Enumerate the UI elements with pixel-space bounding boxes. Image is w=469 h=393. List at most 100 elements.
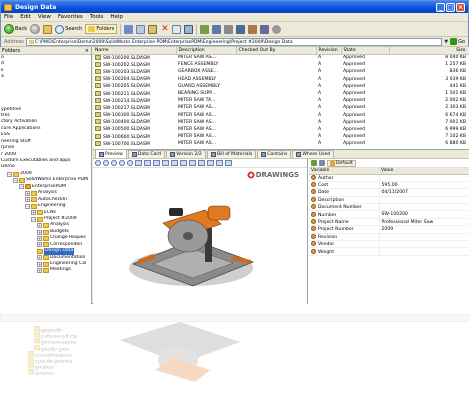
tab-default[interactable]: Default: [327, 159, 356, 167]
zoom-fit-icon[interactable]: [111, 160, 117, 166]
col-revision[interactable]: Revision: [316, 47, 342, 55]
section-icon[interactable]: [189, 160, 196, 166]
history-icon[interactable]: [260, 24, 270, 34]
get-latest-icon[interactable]: [236, 24, 246, 34]
property-row[interactable]: Description: [309, 196, 469, 205]
menu-help[interactable]: Help: [110, 14, 123, 20]
property-row[interactable]: Weight: [309, 247, 469, 256]
minimize-button[interactable]: _: [436, 2, 445, 12]
title-bar[interactable]: Design Data _ □ ×: [1, 1, 468, 13]
go-button[interactable]: Go: [450, 38, 465, 45]
collapse-icon[interactable]: −: [25, 203, 30, 209]
property-value[interactable]: [379, 174, 469, 182]
folders-button[interactable]: Folders: [85, 24, 118, 34]
property-value[interactable]: [379, 240, 469, 249]
property-value[interactable]: Professional Miter Saw: [379, 218, 469, 227]
expand-icon[interactable]: +: [37, 268, 42, 274]
properties-icon[interactable]: [172, 24, 182, 34]
property-value[interactable]: [379, 233, 469, 242]
file-row[interactable]: SW-100203.SLDASM GEARBOX ASSE... A Approved…: [93, 68, 469, 75]
tab-data-card[interactable]: Data Card: [127, 150, 166, 158]
tree-item[interactable]: + Meetings: [1, 267, 91, 274]
pan-icon[interactable]: [127, 160, 133, 166]
close-button[interactable]: ×: [456, 2, 465, 12]
file-row[interactable]: SW-100217.SLDASM MITER SAW AS... A Approved…: [93, 104, 469, 111]
file-row[interactable]: SW-100300.SLDASM MITER SAW AS... A Approved…: [93, 112, 469, 119]
file-row[interactable]: SW-100700.SLDASM MITER SAW AS... A Approved…: [93, 140, 469, 147]
property-value[interactable]: [379, 203, 469, 212]
collapse-icon[interactable]: −: [13, 178, 18, 184]
expand-icon[interactable]: +: [31, 210, 36, 216]
copy-icon[interactable]: [136, 24, 146, 34]
property-value[interactable]: [379, 196, 469, 205]
file-row[interactable]: SW-100214.SLDASM MITER SAW TA... A Approved…: [93, 97, 469, 104]
tab-preview[interactable]: Preview: [95, 149, 127, 158]
tab-version[interactable]: Version 2/2: [166, 150, 206, 158]
configuration-icon[interactable]: [319, 160, 325, 166]
menu-edit[interactable]: Edit: [20, 14, 31, 20]
property-row[interactable]: Document Number: [309, 203, 469, 212]
undo-check-out-icon[interactable]: [224, 24, 234, 34]
view-iso-icon[interactable]: [162, 160, 169, 166]
options-icon[interactable]: [225, 160, 232, 166]
property-row[interactable]: Revision: [309, 233, 469, 242]
file-row[interactable]: SW-100205.SLDASM GUARD ASSEMBLY A Approved 4…: [93, 83, 469, 90]
col-size[interactable]: Size: [389, 47, 469, 55]
address-dropdown-icon[interactable]: ▼: [444, 39, 448, 45]
up-folder-icon[interactable]: [43, 24, 53, 34]
expand-icon[interactable]: +: [37, 229, 42, 235]
tab-contains[interactable]: Contains: [257, 150, 292, 158]
menu-favorites[interactable]: Favorites: [58, 14, 83, 20]
property-value[interactable]: 595.00: [379, 181, 469, 190]
back-button[interactable]: ‹ Back: [4, 24, 27, 34]
property-row[interactable]: Number SW-100200: [309, 210, 469, 219]
expand-icon[interactable]: +: [25, 197, 30, 203]
check-out-icon[interactable]: [212, 24, 222, 34]
property-row[interactable]: Project Number 2009: [309, 225, 469, 234]
file-row[interactable]: SW-100600.SLDASM MITER SAW AS... A Approved…: [93, 133, 469, 140]
file-row[interactable]: SW-100202.SLDASM FENCE ASSEMBLY A Approved 1…: [93, 61, 469, 68]
expand-icon[interactable]: +: [37, 261, 42, 267]
property-value[interactable]: SW-100200: [379, 210, 469, 219]
tab-bill-of-materials[interactable]: Bill of Materials: [206, 150, 257, 158]
col-state[interactable]: State: [341, 47, 390, 55]
property-value[interactable]: [379, 247, 469, 256]
workflow-icon[interactable]: [248, 24, 258, 34]
view-right-icon[interactable]: [153, 160, 160, 166]
file-row[interactable]: SW-100211.SLDASM BEARING SUPP... A Approved…: [93, 90, 469, 97]
property-row[interactable]: Author: [309, 174, 469, 182]
expand-icon[interactable]: +: [37, 255, 42, 261]
property-value[interactable]: 04/11/2007: [379, 188, 469, 197]
expand-icon[interactable]: +: [25, 190, 30, 196]
col-checked-out-by[interactable]: Checked Out By: [236, 47, 317, 55]
zoom-out-icon[interactable]: [103, 160, 109, 166]
markup-icon[interactable]: [207, 160, 214, 166]
measure-icon[interactable]: [198, 160, 205, 166]
property-row[interactable]: Cost 595.00: [309, 181, 469, 190]
menu-tools[interactable]: Tools: [90, 14, 104, 20]
delete-icon[interactable]: ✕: [160, 24, 169, 34]
refresh-icon[interactable]: [311, 160, 317, 166]
paste-icon[interactable]: [148, 24, 158, 34]
search-button[interactable]: Search: [55, 24, 82, 34]
col-description[interactable]: Description: [176, 47, 237, 55]
menu-view[interactable]: View: [38, 14, 51, 20]
forward-button[interactable]: ›: [30, 24, 41, 34]
collapse-icon[interactable]: −: [31, 216, 36, 222]
file-row[interactable]: SW-100500.SLDASM MITER SAW AS... A Approved…: [93, 126, 469, 133]
wireframe-icon[interactable]: [180, 160, 187, 166]
tab-where-used[interactable]: Where Used: [292, 150, 335, 158]
menu-file[interactable]: File: [4, 14, 13, 20]
close-pane-icon[interactable]: ×: [85, 47, 89, 55]
property-row[interactable]: Vendor: [309, 240, 469, 249]
expand-icon[interactable]: +: [37, 223, 42, 229]
settings-icon[interactable]: [272, 24, 282, 34]
file-row[interactable]: SW-100200.SLDASM MITER SAW AS... A Approved…: [93, 54, 469, 61]
expand-icon[interactable]: +: [37, 242, 42, 248]
check-in-icon[interactable]: [200, 24, 210, 34]
maximize-button[interactable]: □: [446, 2, 455, 12]
expand-icon[interactable]: +: [37, 235, 42, 241]
cut-icon[interactable]: [124, 24, 134, 34]
collapse-icon[interactable]: −: [7, 171, 12, 177]
col-name[interactable]: Name: [93, 47, 177, 55]
